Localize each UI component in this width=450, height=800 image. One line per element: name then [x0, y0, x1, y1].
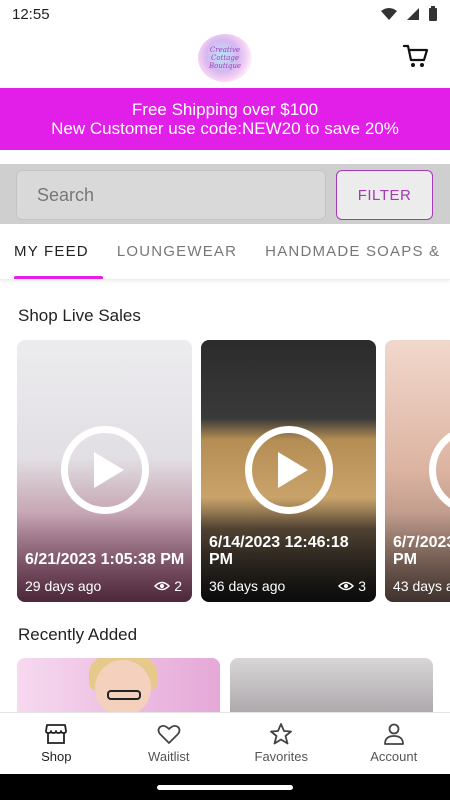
- sale-date: 6/21/2023 1:05:38 PM: [25, 551, 185, 568]
- live-sale-card[interactable]: 6/14/2023 12:46:18 PM 36 days ago 3: [201, 340, 376, 602]
- person-icon: [383, 723, 404, 745]
- sale-date: 6/7/2023 PM: [393, 534, 450, 568]
- nav-shop[interactable]: Shop: [0, 713, 113, 774]
- live-sale-card[interactable]: 6/7/2023 PM 43 days ago: [385, 340, 450, 602]
- nav-shop-label: Shop: [41, 749, 72, 764]
- home-indicator[interactable]: [157, 784, 293, 790]
- status-time: 12:55: [12, 5, 50, 23]
- heart-icon: [157, 724, 181, 744]
- promo-line-1: Free Shipping over $100: [131, 100, 319, 119]
- promo-banner: Free Shipping over $100 New Customer use…: [0, 88, 450, 150]
- signal-icon: [407, 8, 419, 20]
- views-count: 3: [358, 578, 366, 594]
- search-input[interactable]: Search: [16, 170, 326, 220]
- live-sales-title: Shop Live Sales: [18, 306, 141, 325]
- eye-icon: [154, 581, 171, 591]
- sale-ago: 29 days ago: [25, 578, 102, 594]
- brand-logo[interactable]: Creative Cottage Boutique: [198, 34, 252, 82]
- sale-ago: 36 days ago: [209, 578, 286, 594]
- sale-views: 3: [338, 578, 366, 594]
- category-tabs: MY FEED LOUNGEWEAR HANDMADE SOAPS &: [0, 224, 450, 280]
- product-image-glasses: [107, 690, 141, 700]
- live-sale-card[interactable]: 6/21/2023 1:05:38 PM 29 days ago 2: [17, 340, 192, 602]
- search-area: Search FILTER: [0, 164, 450, 224]
- wifi-icon: [381, 8, 397, 20]
- app-header: Creative Cottage Boutique: [0, 28, 450, 88]
- product-card[interactable]: [230, 658, 433, 714]
- views-count: 2: [174, 578, 182, 594]
- status-bar: 12:55: [0, 0, 450, 28]
- nav-waitlist[interactable]: Waitlist: [113, 713, 226, 774]
- recently-added-carousel[interactable]: [17, 658, 450, 714]
- sale-views: 2: [154, 578, 182, 594]
- sale-date-suffix: PM: [393, 551, 417, 568]
- product-card[interactable]: [17, 658, 220, 714]
- store-icon: [45, 724, 68, 744]
- play-icon[interactable]: [429, 426, 450, 514]
- sale-date: 6/14/2023 12:46:18 PM: [209, 534, 349, 568]
- live-sales-carousel[interactable]: 6/21/2023 1:05:38 PM 29 days ago 2 6/14/…: [17, 340, 450, 602]
- cart-icon[interactable]: [402, 42, 430, 70]
- recently-added-title: Recently Added: [18, 625, 138, 644]
- nav-favorites[interactable]: Favorites: [225, 713, 338, 774]
- filter-button[interactable]: FILTER: [336, 170, 433, 220]
- bottom-nav: Shop Waitlist Favorites Account: [0, 712, 450, 774]
- system-nav-bar: [0, 774, 450, 800]
- tab-my-feed[interactable]: MY FEED: [0, 224, 103, 279]
- eye-icon: [338, 581, 355, 591]
- logo-text: Creative Cottage Boutique: [208, 46, 242, 70]
- product-image-face: [95, 660, 151, 714]
- play-icon[interactable]: [61, 426, 149, 514]
- nav-account[interactable]: Account: [338, 713, 450, 774]
- status-icons: [380, 6, 438, 22]
- nav-account-label: Account: [370, 749, 418, 764]
- sale-ago: 43 days ago: [393, 578, 450, 594]
- tab-handmade-soaps[interactable]: HANDMADE SOAPS &: [251, 224, 450, 279]
- promo-line-2: New Customer use code:NEW20 to save 20%: [51, 119, 399, 138]
- battery-icon: [429, 6, 437, 21]
- tab-loungewear[interactable]: LOUNGEWEAR: [103, 224, 251, 279]
- sale-date-text: 6/7/2023: [393, 534, 450, 551]
- nav-waitlist-label: Waitlist: [148, 749, 190, 764]
- nav-favorites-label: Favorites: [254, 749, 308, 764]
- play-icon[interactable]: [245, 426, 333, 514]
- star-icon: [270, 723, 293, 745]
